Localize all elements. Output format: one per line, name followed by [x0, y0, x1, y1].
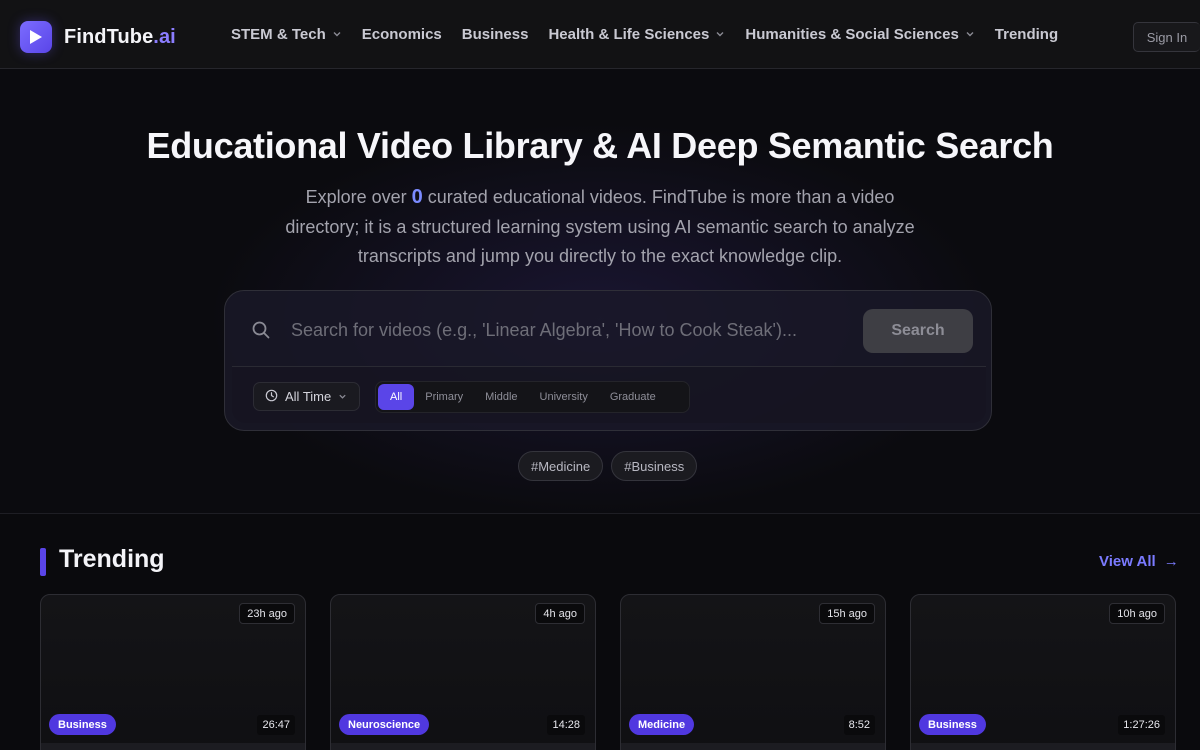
upload-time-badge: 23h ago: [239, 603, 295, 624]
tag-medicine[interactable]: #Medicine: [518, 451, 604, 481]
section-accent-bar: [40, 548, 46, 576]
upload-time-badge: 4h ago: [535, 603, 585, 624]
video-card[interactable]: 4h ago Neuroscience 14:28: [330, 594, 596, 750]
card-footer: [331, 743, 595, 750]
category-nav: STEM & Tech Economics Business Health & …: [231, 0, 1078, 69]
brand-suffix: .ai: [153, 25, 176, 48]
category-badge[interactable]: Medicine: [629, 714, 695, 735]
duration-badge: 26:47: [257, 715, 295, 735]
nav-item-business[interactable]: Business: [462, 26, 529, 43]
tag-business[interactable]: #Business: [611, 451, 698, 481]
search-row: Search: [225, 291, 991, 366]
education-level-tabs: All Primary Middle University Graduate: [375, 381, 690, 413]
level-tab-all[interactable]: All: [378, 384, 415, 410]
upload-time-badge: 15h ago: [819, 603, 875, 624]
filter-row: All Time All Primary Middle University G…: [232, 366, 986, 423]
nav-item-label: STEM & Tech: [231, 26, 326, 43]
chevron-down-icon: [715, 26, 725, 43]
upload-time-badge: 10h ago: [1109, 603, 1165, 624]
page-title: Educational Video Library & AI Deep Sema…: [146, 125, 1054, 166]
arrow-right-icon: →: [1163, 553, 1179, 570]
category-badge[interactable]: Neuroscience: [339, 714, 430, 735]
nav-item-label: Business: [461, 26, 529, 43]
hero-description: Explore over 0 curated educational video…: [275, 183, 925, 272]
chevron-down-icon: [332, 26, 342, 43]
video-count: 0: [411, 186, 423, 208]
view-all-label: View All: [1099, 553, 1156, 570]
nav-item-label: Trending: [994, 26, 1059, 43]
nav-item-health-life-sciences[interactable]: Health & Life Sciences: [548, 26, 725, 43]
time-filter-dropdown[interactable]: All Time: [253, 382, 360, 411]
nav-item-label: Economics: [361, 26, 442, 43]
clock-icon: [265, 389, 278, 405]
duration-badge: 8:52: [843, 715, 875, 735]
nav-item-trending[interactable]: Trending: [995, 26, 1058, 43]
card-footer: [41, 743, 305, 750]
brand-name: FindTube.ai: [64, 26, 176, 49]
search-input[interactable]: [291, 311, 851, 349]
chevron-down-icon: [338, 389, 347, 404]
hero-desc-prefix: Explore over: [305, 187, 412, 207]
brand-name-text: FindTube: [64, 25, 154, 48]
card-footer: [911, 743, 1175, 750]
chevron-down-icon: [965, 26, 975, 43]
hero-section: Educational Video Library & AI Deep Sema…: [0, 69, 1200, 514]
brand-logo[interactable]: FindTube.ai: [20, 21, 176, 53]
category-badge[interactable]: Business: [919, 714, 986, 735]
view-all-link[interactable]: View All →: [1099, 553, 1179, 570]
video-card[interactable]: 15h ago Medicine 8:52: [620, 594, 886, 750]
level-tab-primary[interactable]: Primary: [414, 384, 474, 410]
card-footer: [621, 743, 885, 750]
nav-item-label: Humanities & Social Sciences: [745, 26, 959, 43]
trending-title: Trending: [59, 545, 165, 573]
duration-badge: 1:27:26: [1118, 715, 1165, 735]
category-badge[interactable]: Business: [49, 714, 116, 735]
sign-in-button[interactable]: Sign In: [1133, 22, 1200, 52]
nav-item-humanities-social-sciences[interactable]: Humanities & Social Sciences: [745, 26, 974, 43]
level-tab-middle[interactable]: Middle: [474, 384, 528, 410]
play-icon: [20, 21, 52, 53]
search-icon: [251, 320, 271, 345]
duration-badge: 14:28: [547, 715, 585, 735]
level-tab-graduate[interactable]: Graduate: [599, 384, 667, 410]
time-filter-label: All Time: [285, 389, 332, 404]
top-navigation-bar: FindTube.ai STEM & Tech Economics Busine…: [0, 0, 1200, 69]
search-button[interactable]: Search: [863, 309, 973, 353]
search-panel: Search All Time All Primary Middle Unive…: [224, 290, 992, 431]
video-card[interactable]: 23h ago Business 26:47: [40, 594, 306, 750]
nav-item-label: Health & Life Sciences: [548, 26, 710, 43]
nav-item-stem-tech[interactable]: STEM & Tech: [231, 26, 342, 43]
suggested-tags: #Medicine #Business: [518, 451, 705, 481]
nav-item-economics[interactable]: Economics: [362, 26, 442, 43]
video-card[interactable]: 10h ago Business 1:27:26: [910, 594, 1176, 750]
level-tab-university[interactable]: University: [529, 384, 599, 410]
